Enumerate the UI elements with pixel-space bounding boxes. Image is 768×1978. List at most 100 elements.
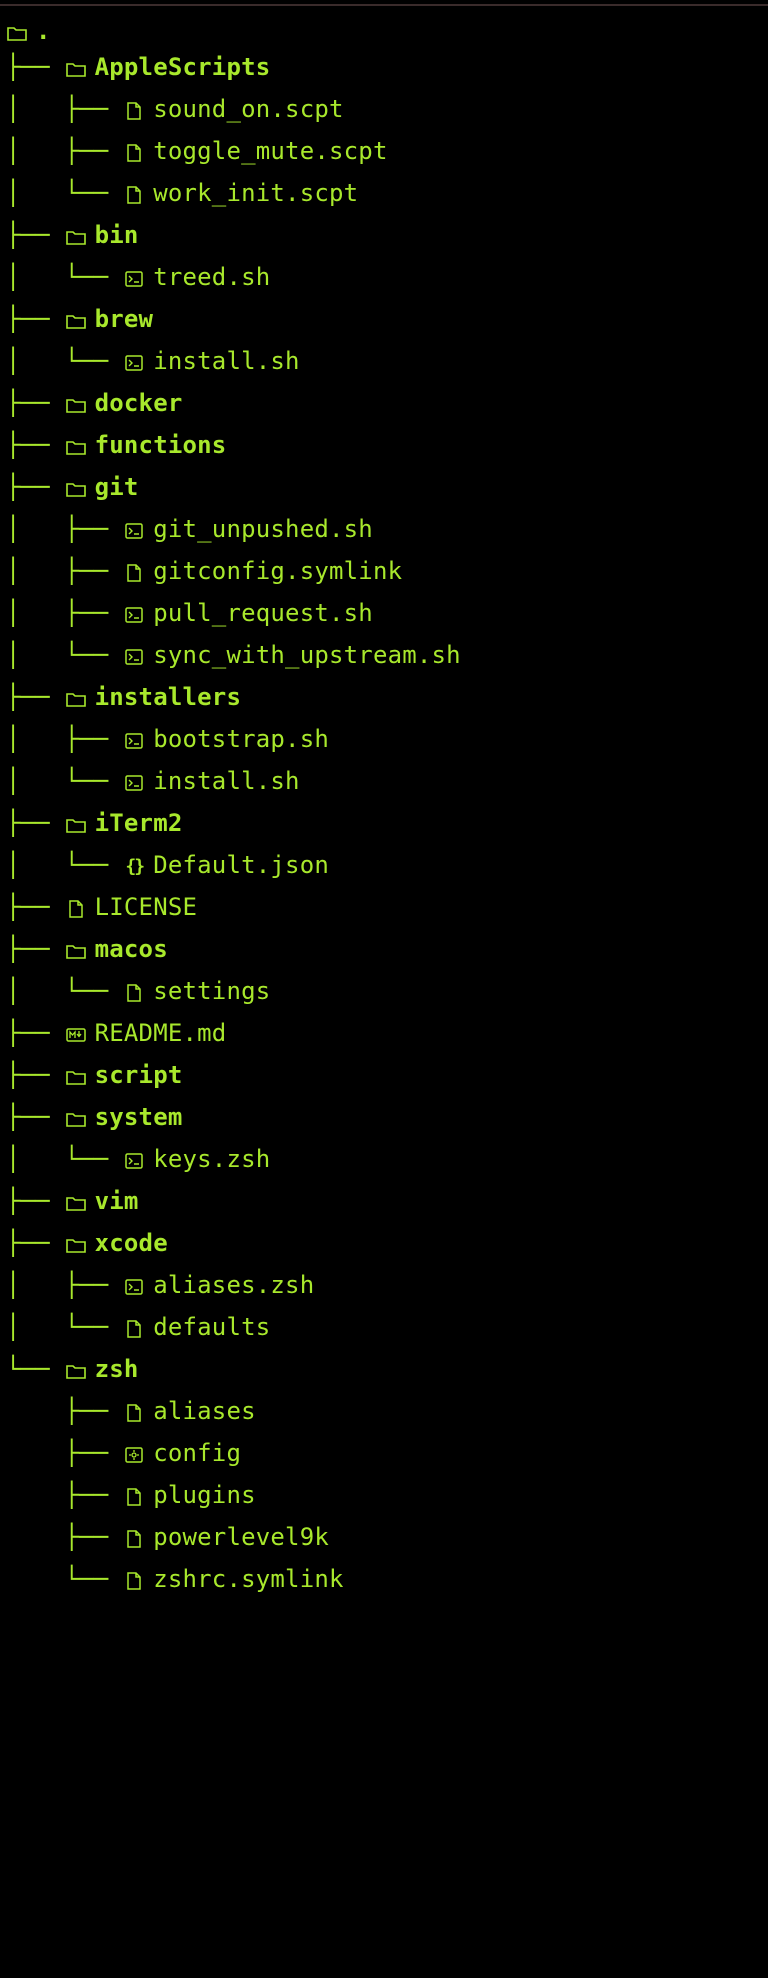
md-icon <box>65 1014 87 1056</box>
file-label: keys.zsh <box>153 1138 270 1180</box>
file-label: gitconfig.symlink <box>153 550 402 592</box>
tree-file-row: │ └── install.sh <box>0 340 768 382</box>
folder-label: functions <box>95 424 227 466</box>
tree-prefix: ├── <box>0 1432 123 1474</box>
shell-icon <box>123 510 145 552</box>
file-icon <box>123 90 145 132</box>
tree-file-row: │ └── install.sh <box>0 760 768 802</box>
tree-prefix: ├── <box>0 1516 123 1558</box>
tree-prefix: ├── <box>0 1390 123 1432</box>
tree-file-row: ├── LICENSE <box>0 886 768 928</box>
tree-prefix: ├── <box>0 214 65 256</box>
file-label: powerlevel9k <box>153 1516 329 1558</box>
shell-icon <box>123 258 145 300</box>
tree-prefix: │ └── <box>0 256 123 298</box>
folder-label: xcode <box>95 1222 168 1264</box>
tree-prefix: ├── <box>0 1180 65 1222</box>
tree-prefix: ├── <box>0 382 65 424</box>
folder-label: iTerm2 <box>95 802 183 844</box>
file-label: git_unpushed.sh <box>153 508 373 550</box>
tree-folder-row: ├── bin <box>0 214 768 256</box>
file-label: pull_request.sh <box>153 592 373 634</box>
file-icon <box>65 888 87 930</box>
folder-icon <box>65 678 87 720</box>
tree-file-row: │ └── work_init.scpt <box>0 172 768 214</box>
folder-label: AppleScripts <box>95 46 271 88</box>
tree-prefix: ├── <box>0 298 65 340</box>
tree-prefix: │ └── <box>0 172 123 214</box>
folder-label: brew <box>95 298 154 340</box>
tree-prefix: │ ├── <box>0 592 123 634</box>
tree-folder-row: ├── xcode <box>0 1222 768 1264</box>
file-icon <box>123 1392 145 1434</box>
folder-label: zsh <box>95 1348 139 1390</box>
tree-prefix: ├── <box>0 1012 65 1054</box>
tree-file-row: │ ├── aliases.zsh <box>0 1264 768 1306</box>
tree-prefix: ├── <box>0 1474 123 1516</box>
folder-label: vim <box>95 1180 139 1222</box>
folder-icon <box>65 930 87 972</box>
shell-icon <box>123 636 145 678</box>
tree-file-row: │ ├── pull_request.sh <box>0 592 768 634</box>
tree-folder-row: ├── script <box>0 1054 768 1096</box>
file-icon <box>123 132 145 174</box>
shell-icon <box>123 342 145 384</box>
tree-folder-row: ├── macos <box>0 928 768 970</box>
tree-prefix: ├── <box>0 46 65 88</box>
tree-prefix: │ ├── <box>0 130 123 172</box>
file-label: toggle_mute.scpt <box>153 130 387 172</box>
tree-file-row: ├── config <box>0 1432 768 1474</box>
shell-icon <box>123 1140 145 1182</box>
folder-label: script <box>95 1054 183 1096</box>
tree-prefix: ├── <box>0 928 65 970</box>
tree-prefix: │ └── <box>0 970 123 1012</box>
file-icon <box>123 1518 145 1560</box>
tree-folder-row: ├── installers <box>0 676 768 718</box>
tree-folder-row: ├── AppleScripts <box>0 46 768 88</box>
shell-icon <box>123 762 145 804</box>
tree-prefix: ├── <box>0 802 65 844</box>
file-label: settings <box>153 970 270 1012</box>
tree-prefix: │ ├── <box>0 508 123 550</box>
tree-root: . <box>0 6 768 46</box>
tree-prefix: └── <box>0 1348 65 1390</box>
file-label: README.md <box>95 1012 227 1054</box>
tree-file-row: │ └── {}Default.json <box>0 844 768 886</box>
folder-label: docker <box>95 382 183 424</box>
file-label: sound_on.scpt <box>153 88 343 130</box>
tree-prefix: ├── <box>0 1096 65 1138</box>
shell-icon <box>123 720 145 762</box>
file-label: defaults <box>153 1306 270 1348</box>
tree-prefix: │ └── <box>0 1306 123 1348</box>
tree-file-row: │ ├── git_unpushed.sh <box>0 508 768 550</box>
tree-prefix: ├── <box>0 1222 65 1264</box>
tree-prefix: │ ├── <box>0 1264 123 1306</box>
file-label: zshrc.symlink <box>153 1558 343 1600</box>
file-label: sync_with_upstream.sh <box>153 634 461 676</box>
file-label: LICENSE <box>95 886 198 928</box>
folder-icon <box>65 426 87 468</box>
tree-folder-row: ├── vim <box>0 1180 768 1222</box>
config-icon <box>123 1434 145 1476</box>
tree-prefix: │ ├── <box>0 550 123 592</box>
tree-prefix: └── <box>0 1558 123 1600</box>
folder-label: system <box>95 1096 183 1138</box>
tree-file-row: │ ├── toggle_mute.scpt <box>0 130 768 172</box>
tree-file-row: │ └── keys.zsh <box>0 1138 768 1180</box>
tree-file-row: │ └── defaults <box>0 1306 768 1348</box>
tree-prefix: │ └── <box>0 844 123 886</box>
tree-file-row: │ └── sync_with_upstream.sh <box>0 634 768 676</box>
file-label: plugins <box>153 1474 256 1516</box>
tree-folder-row: ├── functions <box>0 424 768 466</box>
file-label: work_init.scpt <box>153 172 358 214</box>
file-icon <box>123 1308 145 1350</box>
shell-icon <box>123 594 145 636</box>
file-label: install.sh <box>153 340 300 382</box>
json-icon: {} <box>123 846 145 888</box>
folder-label: bin <box>95 214 139 256</box>
tree-file-row: │ ├── gitconfig.symlink <box>0 550 768 592</box>
file-label: treed.sh <box>153 256 270 298</box>
folder-icon <box>65 1350 87 1392</box>
file-icon <box>123 1560 145 1602</box>
tree-file-row: ├── aliases <box>0 1390 768 1432</box>
